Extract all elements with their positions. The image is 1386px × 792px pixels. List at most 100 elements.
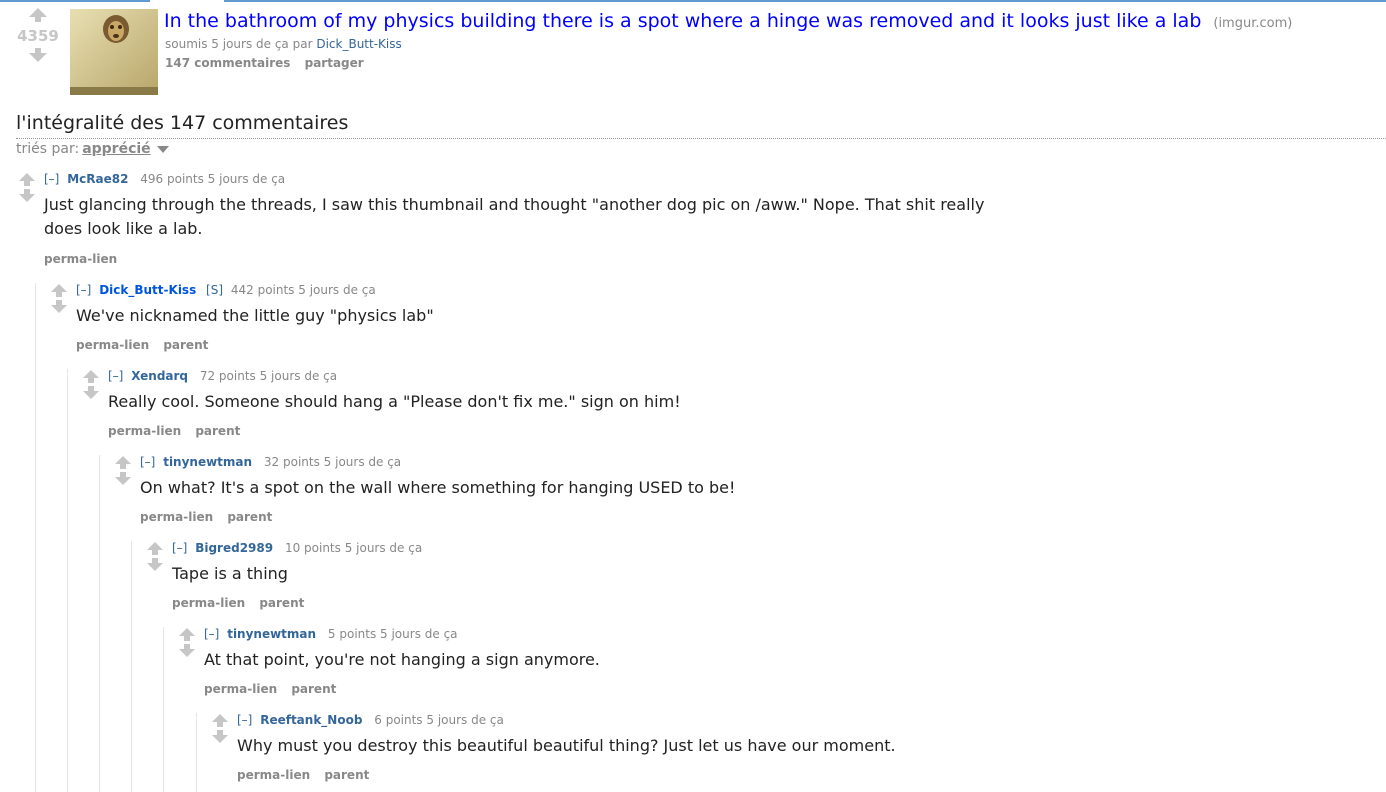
collapse-toggle[interactable]: [–] [204, 627, 219, 641]
downvote-arrow-icon[interactable] [179, 644, 195, 657]
upvote-arrow-icon[interactable] [115, 456, 131, 469]
post-thumbnail[interactable] [70, 9, 158, 95]
comment-buttons: perma-lien parent [76, 338, 218, 352]
comment-author-link[interactable]: Reeftank_Noob [260, 713, 362, 727]
comment-header: [–] tinynewtman 5 points 5 jours de ça [204, 627, 458, 641]
comment-body: Why must you destroy this beautiful beau… [237, 734, 896, 758]
comment: [–] Bigred2989 10 points 5 jours de ça T… [146, 541, 1376, 622]
downvote-arrow-icon[interactable] [83, 386, 99, 399]
sort-label: triés par: [16, 141, 80, 157]
comment-body: Really cool. Someone should hang a "Plea… [108, 390, 681, 414]
parent-link[interactable]: parent [324, 768, 369, 782]
comment-vote [211, 714, 229, 743]
upvote-arrow-icon[interactable] [179, 628, 195, 641]
share-link[interactable]: partager [305, 56, 364, 70]
comment-buttons: perma-lien [44, 252, 127, 266]
comment-body: Just glancing through the threads, I saw… [44, 193, 984, 241]
comment-header: [–] McRae82 496 points 5 jours de ça [44, 172, 285, 186]
downvote-arrow-icon[interactable] [115, 472, 131, 485]
comment-buttons: perma-lien parent [108, 424, 250, 438]
comment: [–] tinynewtman 5 points 5 jours de ça A… [178, 627, 1378, 708]
comment-vote [178, 628, 196, 657]
comment: [–] Reeftank_Noob 6 points 5 jours de ça… [211, 713, 1381, 792]
permalink-link[interactable]: perma-lien [140, 510, 213, 524]
thread-line [35, 283, 36, 792]
sort-bar: triés par: apprécié [16, 141, 169, 157]
comment-meta: 442 points 5 jours de ça [230, 283, 376, 297]
permalink-link[interactable]: perma-lien [172, 596, 245, 610]
upvote-arrow-icon[interactable] [19, 173, 35, 186]
permalink-link[interactable]: perma-lien [237, 768, 310, 782]
post-domain[interactable]: (imgur.com) [1213, 16, 1292, 31]
collapse-toggle[interactable]: [–] [140, 455, 155, 469]
downvote-arrow-icon[interactable] [51, 300, 67, 313]
comment-author-link[interactable]: Xendarq [131, 369, 188, 383]
parent-link[interactable]: parent [291, 682, 336, 696]
parent-link[interactable]: parent [227, 510, 272, 524]
upvote-arrow-icon[interactable] [29, 8, 47, 22]
top-accent-line [0, 0, 1386, 2]
parent-link[interactable]: parent [195, 424, 240, 438]
tagline-prefix: soumis 5 jours de ça par [165, 37, 313, 51]
permalink-link[interactable]: perma-lien [76, 338, 149, 352]
comment-body-line: Really cool. Someone should hang a "Plea… [108, 392, 681, 411]
comment-author-link[interactable]: Bigred2989 [195, 541, 273, 555]
thread-line [67, 369, 68, 792]
comment-meta: 496 points 5 jours de ça [140, 172, 286, 186]
comment-body-line: On what? It's a spot on the wall where s… [140, 478, 736, 497]
parent-link[interactable]: parent [163, 338, 208, 352]
permalink-link[interactable]: perma-lien [108, 424, 181, 438]
comment-body-line: Tape is a thing [172, 564, 288, 583]
comment-author-link[interactable]: tinynewtman [163, 455, 252, 469]
downvote-arrow-icon[interactable] [212, 730, 228, 743]
downvote-arrow-icon[interactable] [147, 558, 163, 571]
comment-buttons: perma-lien parent [204, 682, 346, 696]
comment-body-line: We've nicknamed the little guy "physics … [76, 306, 434, 325]
comment-meta: 32 points 5 jours de ça [263, 455, 402, 469]
permalink-link[interactable]: perma-lien [204, 682, 277, 696]
all-comments-heading: l'intégralité des 147 commentaires [16, 112, 349, 134]
comment-author-link[interactable]: McRae82 [67, 172, 128, 186]
collapse-toggle[interactable]: [–] [76, 283, 91, 297]
sort-dropdown[interactable]: apprécié [82, 141, 150, 157]
post-tagline: soumis 5 jours de ça par Dick_Butt-Kiss [165, 37, 402, 51]
comment-header: [–] Dick_Butt-Kiss [S] 442 points 5 jour… [76, 283, 376, 297]
downvote-arrow-icon[interactable] [29, 48, 47, 62]
comment-body-line: does look like a lab. [44, 219, 203, 238]
upvote-arrow-icon[interactable] [51, 284, 67, 297]
comment: [–] tinynewtman 32 points 5 jours de ça … [114, 455, 1374, 536]
post-title-link[interactable]: In the bathroom of my physics building t… [164, 10, 1201, 32]
collapse-toggle[interactable]: [–] [172, 541, 187, 555]
upvote-arrow-icon[interactable] [147, 542, 163, 555]
comment-body-line: Just glancing through the threads, I saw… [44, 195, 985, 214]
submitter-tag[interactable]: [S] [206, 283, 223, 297]
comment-meta: 6 points 5 jours de ça [374, 713, 504, 727]
comment-header: [–] tinynewtman 32 points 5 jours de ça [140, 455, 401, 469]
comment-body: Tape is a thing [172, 562, 288, 586]
post-author-link[interactable]: Dick_Butt-Kiss [316, 37, 401, 51]
comment-vote [18, 173, 36, 202]
comment: [–] McRae82 496 points 5 jours de ça Jus… [18, 172, 1378, 273]
collapse-toggle[interactable]: [–] [44, 172, 59, 186]
comment-meta: 5 points 5 jours de ça [327, 627, 458, 641]
comment-vote [114, 456, 132, 485]
parent-link[interactable]: parent [259, 596, 304, 610]
comments-link[interactable]: 147 commentaires [165, 56, 290, 70]
comment: [–] Xendarq 72 points 5 jours de ça Real… [82, 369, 1372, 450]
comment-body: On what? It's a spot on the wall where s… [140, 476, 735, 500]
comment-author-link[interactable]: Dick_Butt-Kiss [99, 283, 196, 297]
thread-line [99, 455, 100, 792]
upvote-arrow-icon[interactable] [212, 714, 228, 727]
permalink-link[interactable]: perma-lien [44, 252, 117, 266]
downvote-arrow-icon[interactable] [19, 189, 35, 202]
comment-author-link[interactable]: tinynewtman [227, 627, 316, 641]
comment-header: [–] Bigred2989 10 points 5 jours de ça [172, 541, 422, 555]
post-vote: 4359 [14, 8, 62, 62]
comment-vote [146, 542, 164, 571]
upvote-arrow-icon[interactable] [83, 370, 99, 383]
thread-line [131, 541, 132, 792]
dropdown-caret-icon[interactable] [156, 145, 169, 153]
collapse-toggle[interactable]: [–] [237, 713, 252, 727]
collapse-toggle[interactable]: [–] [108, 369, 123, 383]
comment-body: We've nicknamed the little guy "physics … [76, 304, 434, 328]
